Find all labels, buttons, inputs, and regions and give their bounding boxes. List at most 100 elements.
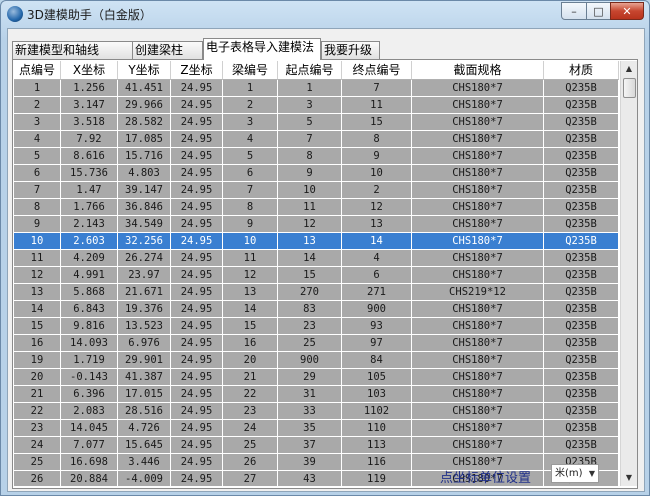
cell-beam-id[interactable]: 23 bbox=[223, 403, 278, 420]
cell-x-coord[interactable]: -0.143 bbox=[61, 369, 118, 386]
cell-end-point[interactable]: 14 bbox=[342, 233, 412, 250]
column-header-start-point[interactable]: 起点编号 bbox=[278, 61, 342, 80]
cell-start-point[interactable]: 35 bbox=[278, 420, 342, 437]
table-row[interactable]: 13 5.868 21.671 24.95 13 270 271 CHS219*12 Q235B bbox=[14, 284, 619, 301]
cell-material[interactable]: Q235B bbox=[544, 165, 619, 182]
cell-end-point[interactable]: 84 bbox=[342, 352, 412, 369]
cell-start-point[interactable]: 1 bbox=[278, 80, 342, 97]
cell-y-coord[interactable]: 6.976 bbox=[118, 335, 171, 352]
cell-y-coord[interactable]: 21.671 bbox=[118, 284, 171, 301]
cell-x-coord[interactable]: 4.991 bbox=[61, 267, 118, 284]
cell-end-point[interactable]: 11 bbox=[342, 97, 412, 114]
cell-section-spec[interactable]: CHS180*7 bbox=[412, 318, 544, 335]
cell-material[interactable]: Q235B bbox=[544, 114, 619, 131]
cell-start-point[interactable]: 900 bbox=[278, 352, 342, 369]
cell-beam-id[interactable]: 15 bbox=[223, 318, 278, 335]
cell-beam-id[interactable]: 3 bbox=[223, 114, 278, 131]
cell-y-coord[interactable]: 4.726 bbox=[118, 420, 171, 437]
cell-section-spec[interactable]: CHS180*7 bbox=[412, 199, 544, 216]
column-header-beam-id[interactable]: 梁编号 bbox=[223, 61, 278, 80]
cell-beam-id[interactable]: 16 bbox=[223, 335, 278, 352]
cell-section-spec[interactable]: CHS219*12 bbox=[412, 284, 544, 301]
cell-x-coord[interactable]: 7.92 bbox=[61, 131, 118, 148]
cell-end-point[interactable]: 1102 bbox=[342, 403, 412, 420]
cell-beam-id[interactable]: 13 bbox=[223, 284, 278, 301]
tab-new-model-axis[interactable]: 新建模型和轴线 bbox=[12, 41, 133, 59]
cell-point-id[interactable]: 8 bbox=[14, 199, 61, 216]
cell-start-point[interactable]: 270 bbox=[278, 284, 342, 301]
maximize-button[interactable]: □ bbox=[586, 2, 611, 20]
cell-x-coord[interactable]: 6.396 bbox=[61, 386, 118, 403]
column-header-x-coord[interactable]: X坐标 bbox=[61, 61, 118, 80]
cell-x-coord[interactable]: 1.256 bbox=[61, 80, 118, 97]
cell-section-spec[interactable]: CHS180*7 bbox=[412, 80, 544, 97]
cell-start-point[interactable]: 37 bbox=[278, 437, 342, 454]
table-row[interactable]: 16 14.093 6.976 24.95 16 25 97 CHS180*7 Q235B bbox=[14, 335, 619, 352]
scroll-up-arrow-icon[interactable]: ▲ bbox=[621, 61, 637, 77]
cell-z-coord[interactable]: 24.95 bbox=[171, 216, 223, 233]
cell-point-id[interactable]: 11 bbox=[14, 250, 61, 267]
cell-end-point[interactable]: 105 bbox=[342, 369, 412, 386]
table-row[interactable]: 23 14.045 4.726 24.95 24 35 110 CHS180*7 Q235B bbox=[14, 420, 619, 437]
cell-point-id[interactable]: 7 bbox=[14, 182, 61, 199]
cell-point-id[interactable]: 24 bbox=[14, 437, 61, 454]
cell-material[interactable]: Q235B bbox=[544, 267, 619, 284]
table-row[interactable]: 12 4.991 23.97 24.95 12 15 6 CHS180*7 Q235B bbox=[14, 267, 619, 284]
cell-material[interactable]: Q235B bbox=[544, 97, 619, 114]
cell-z-coord[interactable]: 24.95 bbox=[171, 131, 223, 148]
cell-beam-id[interactable]: 2 bbox=[223, 97, 278, 114]
cell-x-coord[interactable]: 1.47 bbox=[61, 182, 118, 199]
table-row[interactable]: 14 6.843 19.376 24.95 14 83 900 CHS180*7 Q235B bbox=[14, 301, 619, 318]
title-bar[interactable]: 3D建模助手（白金版） – □ ✕ bbox=[1, 1, 649, 27]
cell-section-spec[interactable]: CHS180*7 bbox=[412, 250, 544, 267]
cell-section-spec[interactable]: CHS180*7 bbox=[412, 131, 544, 148]
cell-beam-id[interactable]: 7 bbox=[223, 182, 278, 199]
cell-beam-id[interactable]: 21 bbox=[223, 369, 278, 386]
cell-end-point[interactable]: 10 bbox=[342, 165, 412, 182]
cell-end-point[interactable]: 15 bbox=[342, 114, 412, 131]
cell-point-id[interactable]: 12 bbox=[14, 267, 61, 284]
cell-z-coord[interactable]: 24.95 bbox=[171, 352, 223, 369]
cell-section-spec[interactable]: CHS180*7 bbox=[412, 386, 544, 403]
cell-x-coord[interactable]: 1.766 bbox=[61, 199, 118, 216]
cell-z-coord[interactable]: 24.95 bbox=[171, 301, 223, 318]
cell-z-coord[interactable]: 24.95 bbox=[171, 233, 223, 250]
column-header-section-spec[interactable]: 截面规格 bbox=[412, 61, 544, 80]
cell-x-coord[interactable]: 8.616 bbox=[61, 148, 118, 165]
cell-z-coord[interactable]: 24.95 bbox=[171, 97, 223, 114]
table-row[interactable]: 21 6.396 17.015 24.95 22 31 103 CHS180*7 Q235B bbox=[14, 386, 619, 403]
tab-spreadsheet-import[interactable]: 电子表格导入建模法 bbox=[203, 38, 321, 60]
table-row[interactable]: 8 1.766 36.846 24.95 8 11 12 CHS180*7 Q235B bbox=[14, 199, 619, 216]
cell-z-coord[interactable]: 24.95 bbox=[171, 284, 223, 301]
cell-section-spec[interactable]: CHS180*7 bbox=[412, 114, 544, 131]
column-header-point-id[interactable]: 点编号 bbox=[14, 61, 61, 80]
cell-beam-id[interactable]: 11 bbox=[223, 250, 278, 267]
cell-material[interactable]: Q235B bbox=[544, 301, 619, 318]
cell-y-coord[interactable]: 28.516 bbox=[118, 403, 171, 420]
cell-beam-id[interactable]: 6 bbox=[223, 165, 278, 182]
cell-x-coord[interactable]: 20.884 bbox=[61, 471, 118, 486]
cell-x-coord[interactable]: 5.868 bbox=[61, 284, 118, 301]
table-row[interactable]: 3 3.518 28.582 24.95 3 5 15 CHS180*7 Q235B bbox=[14, 114, 619, 131]
cell-end-point[interactable]: 113 bbox=[342, 437, 412, 454]
cell-y-coord[interactable]: 36.846 bbox=[118, 199, 171, 216]
cell-section-spec[interactable]: CHS180*7 bbox=[412, 165, 544, 182]
table-row[interactable]: 2 3.147 29.966 24.95 2 3 11 CHS180*7 Q235B bbox=[14, 97, 619, 114]
cell-x-coord[interactable]: 14.045 bbox=[61, 420, 118, 437]
table-header-row[interactable]: 点编号 X坐标 Y坐标 Z坐标 梁编号 起点编号 终点编号 截面规格 材质 bbox=[14, 61, 619, 80]
cell-section-spec[interactable]: CHS180*7 bbox=[412, 148, 544, 165]
cell-beam-id[interactable]: 22 bbox=[223, 386, 278, 403]
cell-start-point[interactable]: 5 bbox=[278, 114, 342, 131]
cell-z-coord[interactable]: 24.95 bbox=[171, 386, 223, 403]
cell-section-spec[interactable]: CHS180*7 bbox=[412, 233, 544, 250]
cell-end-point[interactable]: 900 bbox=[342, 301, 412, 318]
cell-z-coord[interactable]: 24.95 bbox=[171, 403, 223, 420]
cell-material[interactable]: Q235B bbox=[544, 352, 619, 369]
cell-end-point[interactable]: 12 bbox=[342, 199, 412, 216]
cell-material[interactable]: Q235B bbox=[544, 318, 619, 335]
data-grid[interactable]: 点编号 X坐标 Y坐标 Z坐标 梁编号 起点编号 终点编号 截面规格 材质 1 1.256 41.45… bbox=[14, 61, 619, 486]
cell-z-coord[interactable]: 24.95 bbox=[171, 199, 223, 216]
cell-y-coord[interactable]: 41.451 bbox=[118, 80, 171, 97]
cell-section-spec[interactable]: CHS180*7 bbox=[412, 403, 544, 420]
cell-point-id[interactable]: 4 bbox=[14, 131, 61, 148]
